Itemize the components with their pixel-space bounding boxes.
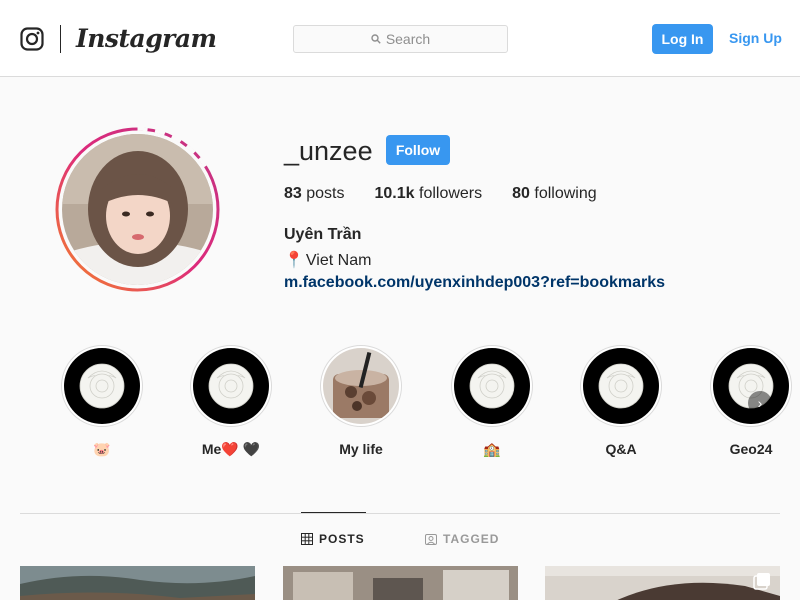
followers-stat[interactable]: 10.1k followers [375,185,483,203]
highlight-cover[interactable] [190,345,272,427]
highlight-item[interactable]: Me ❤️ 🖤 [190,345,272,458]
tab-posts-label: POSTS [319,532,365,546]
search-icon [371,34,381,44]
followers-count: 10.1k [374,185,415,202]
highlight-item[interactable]: 🏫 [451,345,533,458]
posts-count: 83 [284,185,302,202]
post-thumbnail[interactable] [283,566,518,600]
posts-stat: 83 posts [284,185,345,203]
tab-tagged[interactable]: TAGGED [425,532,499,546]
tab-tagged-label: TAGGED [443,532,500,546]
instagram-logo-icon[interactable] [20,27,44,51]
location-text: Viet Nam [305,252,372,269]
signup-link[interactable]: Sign Up [729,30,782,46]
highlight-cover[interactable] [580,345,662,427]
highlight-label: Me ❤️ 🖤 [190,440,272,458]
highlight-cover[interactable] [320,345,402,427]
profile-location: 📍 Viet Nam [284,250,371,270]
following-count: 80 [512,185,530,202]
post-thumbnail[interactable] [545,566,780,600]
highlight-label: 🏫 [483,440,501,457]
tagged-icon [425,534,437,545]
profile-username: _unzee [284,136,373,166]
brand-divider [60,25,61,53]
highlight-label: My life [339,441,383,457]
active-tab-indicator [301,512,366,513]
post-thumbnail[interactable] [20,566,255,600]
highlight-cover[interactable] [710,345,792,427]
posts-label: posts [306,185,345,202]
grid-icon [301,533,313,545]
highlight-cover[interactable] [61,345,143,427]
instagram-wordmark[interactable]: Instagram [76,24,217,53]
following-stat[interactable]: 80 following [512,185,597,203]
multiple-posts-icon [753,573,770,590]
search-input[interactable]: Search [293,25,508,53]
highlight-item[interactable]: 🐷 [61,345,143,458]
highlight-label-text: Me [201,441,222,457]
avatar[interactable] [62,134,213,285]
highlight-label: Q&A [605,441,637,457]
tab-posts[interactable]: POSTS [301,532,365,546]
follow-button[interactable]: Follow [386,135,450,165]
profile-full-name: Uyên Trần [284,226,362,243]
search-placeholder: Search [385,31,431,47]
followers-label: followers [419,185,483,202]
following-label: following [534,185,597,202]
chevron-right-icon[interactable]: › [748,391,772,415]
highlight-label-hearts: ❤️ 🖤 [221,440,261,457]
top-nav: Instagram Search Log In Sign Up [0,0,800,77]
highlight-item[interactable]: My life [320,345,402,458]
highlight-label: 🐷 [93,440,111,457]
login-button[interactable]: Log In [652,24,713,54]
profile-website-link[interactable]: m.facebook.com/uyenxinhdep003?ref=bookma… [284,274,665,292]
tabs-divider [20,513,780,514]
profile-stats: 83 posts 10.1k followers 80 following [284,185,597,203]
highlight-cover[interactable] [451,345,533,427]
highlight-label: Geo24 [729,441,773,457]
pin-icon: 📍 [284,252,304,269]
highlight-item[interactable]: Q&A [580,345,662,458]
